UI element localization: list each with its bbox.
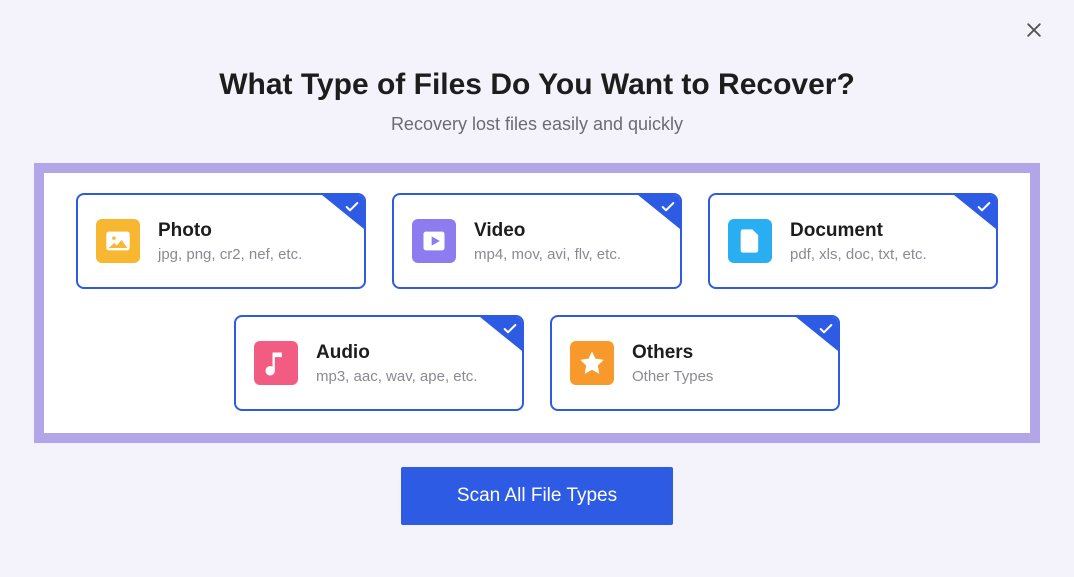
card-video[interactable]: Video mp4, mov, avi, flv, etc. — [392, 193, 682, 289]
card-document-desc: pdf, xls, doc, txt, etc. — [790, 246, 980, 263]
page-title: What Type of Files Do You Want to Recove… — [0, 68, 1074, 102]
card-audio-text: Audio mp3, aac, wav, ape, etc. — [316, 342, 506, 385]
card-video-text: Video mp4, mov, avi, flv, etc. — [474, 220, 664, 263]
card-others-check — [796, 317, 838, 351]
scan-button[interactable]: Scan All File Types — [401, 467, 673, 525]
card-others-desc: Other Types — [632, 368, 822, 385]
card-row-2: Audio mp3, aac, wav, ape, etc. Others Ot… — [74, 315, 1000, 411]
others-icon — [570, 341, 614, 385]
card-document-text: Document pdf, xls, doc, txt, etc. — [790, 220, 980, 263]
card-document[interactable]: Document pdf, xls, doc, txt, etc. — [708, 193, 998, 289]
card-photo-check — [322, 195, 364, 229]
card-video-title: Video — [474, 220, 664, 242]
card-photo-title: Photo — [158, 220, 348, 242]
card-others[interactable]: Others Other Types — [550, 315, 840, 411]
card-video-desc: mp4, mov, avi, flv, etc. — [474, 246, 664, 263]
card-audio[interactable]: Audio mp3, aac, wav, ape, etc. — [234, 315, 524, 411]
card-audio-title: Audio — [316, 342, 506, 364]
card-others-title: Others — [632, 342, 822, 364]
card-photo-desc: jpg, png, cr2, nef, etc. — [158, 246, 348, 263]
card-row-1: Photo jpg, png, cr2, nef, etc. Video mp4… — [74, 193, 1000, 289]
page-subtitle: Recovery lost files easily and quickly — [0, 114, 1074, 135]
audio-icon — [254, 341, 298, 385]
header: What Type of Files Do You Want to Recove… — [0, 0, 1074, 135]
close-button[interactable] — [1020, 18, 1048, 46]
card-others-text: Others Other Types — [632, 342, 822, 385]
card-video-check — [638, 195, 680, 229]
card-document-title: Document — [790, 220, 980, 242]
card-photo[interactable]: Photo jpg, png, cr2, nef, etc. — [76, 193, 366, 289]
card-audio-check — [480, 317, 522, 351]
card-document-check — [954, 195, 996, 229]
file-type-panel: Photo jpg, png, cr2, nef, etc. Video mp4… — [34, 163, 1040, 443]
close-icon — [1024, 20, 1044, 45]
video-icon — [412, 219, 456, 263]
card-audio-desc: mp3, aac, wav, ape, etc. — [316, 368, 506, 385]
document-icon — [728, 219, 772, 263]
card-photo-text: Photo jpg, png, cr2, nef, etc. — [158, 220, 348, 263]
photo-icon — [96, 219, 140, 263]
